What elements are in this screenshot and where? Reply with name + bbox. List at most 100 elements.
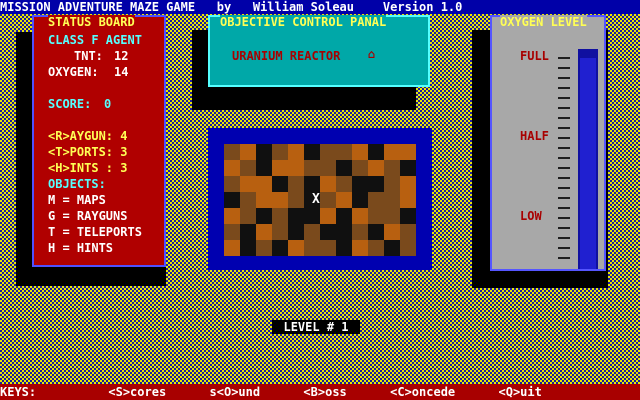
maze-cell	[272, 192, 288, 208]
oxygen-tick	[558, 237, 570, 239]
maze-cell	[272, 208, 288, 224]
teleports-count: <T>PORTS: 3	[48, 145, 128, 159]
oxygen-label: OXYGEN:	[48, 65, 99, 79]
maze-cell	[320, 208, 336, 224]
score-label: SCORE:	[48, 97, 92, 111]
oxygen-tick	[558, 67, 570, 69]
tnt-label: TNT:	[74, 49, 103, 63]
status-board-header: STATUS BOARD	[48, 15, 135, 29]
maze-cell	[320, 144, 336, 160]
maze-cell	[400, 224, 416, 240]
oxygen-tick	[558, 137, 570, 139]
maze-cell	[384, 208, 400, 224]
oxygen-value: 14	[114, 65, 129, 79]
player-marker: X	[312, 192, 320, 207]
object-legend-item: H = HINTS	[48, 241, 114, 255]
maze-cell	[288, 160, 304, 176]
maze-cell	[384, 144, 400, 160]
maze-cell	[336, 208, 352, 224]
tnt-value: 12	[114, 49, 129, 63]
maze-cell	[256, 176, 272, 192]
oxygen-tick	[558, 107, 570, 109]
hints-count: <H>INTS : 3	[48, 161, 128, 175]
maze-cell	[304, 160, 320, 176]
title-bar: MISSION ADVENTURE MAZE GAME by William S…	[0, 0, 640, 14]
oxygen-tick	[558, 117, 570, 119]
maze-cell	[320, 240, 336, 256]
maze-cell	[368, 176, 384, 192]
maze-cell	[288, 224, 304, 240]
maze-cell	[304, 176, 320, 192]
maze-cell	[400, 240, 416, 256]
maze-cell	[256, 160, 272, 176]
maze-cell	[352, 176, 368, 192]
oxygen-tick	[558, 197, 570, 199]
maze-cell	[304, 144, 320, 160]
maze-cell	[272, 224, 288, 240]
maze-cell	[336, 224, 352, 240]
maze-cell	[336, 192, 352, 208]
maze-cell	[320, 224, 336, 240]
maze-cell	[368, 160, 384, 176]
maze-cell	[352, 144, 368, 160]
objective-panel: OBJECTIVE CONTROL PANAL URANIUM REACTOR …	[208, 15, 430, 87]
oxygen-tick	[558, 147, 570, 149]
oxygen-tick	[558, 187, 570, 189]
maze-cell	[400, 208, 416, 224]
level-indicator: LEVEL # 1	[272, 320, 360, 334]
oxygen-tick	[558, 127, 570, 129]
maze-cell	[384, 240, 400, 256]
oxygen-tick	[558, 227, 570, 229]
maze-cell	[304, 224, 320, 240]
maze-cell	[400, 160, 416, 176]
maze-cell	[352, 192, 368, 208]
oxygen-label-full: FULL	[520, 49, 549, 63]
maze-cell	[384, 160, 400, 176]
objects-header: OBJECTS:	[48, 177, 106, 191]
maze-cell	[224, 192, 240, 208]
maze-cell	[304, 240, 320, 256]
maze-cell	[272, 144, 288, 160]
oxygen-tick	[558, 167, 570, 169]
objective-target: URANIUM REACTOR	[232, 49, 341, 63]
maze-cell	[352, 240, 368, 256]
maze-cell	[336, 160, 352, 176]
oxygen-tick	[558, 87, 570, 89]
maze-cell	[384, 224, 400, 240]
oxygen-tick	[558, 247, 570, 249]
maze-cell	[224, 160, 240, 176]
maze-cell	[368, 144, 384, 160]
oxygen-label-half: HALF	[520, 129, 549, 143]
object-legend-item: G = RAYGUNS	[48, 209, 128, 223]
maze-cell	[400, 192, 416, 208]
maze-cell	[256, 192, 272, 208]
oxygen-fill	[580, 57, 596, 269]
maze-cell	[352, 224, 368, 240]
maze-cell	[320, 192, 336, 208]
maze-cell	[288, 240, 304, 256]
maze-cell	[224, 240, 240, 256]
maze-cell	[352, 208, 368, 224]
maze-cell	[256, 208, 272, 224]
maze-cell	[288, 208, 304, 224]
maze-cell	[272, 240, 288, 256]
objective-header: OBJECTIVE CONTROL PANAL	[220, 15, 387, 29]
maze-cell	[256, 240, 272, 256]
maze-cell	[288, 176, 304, 192]
status-board: STATUS BOARD CLASS F AGENT TNT: 12 OXYGE…	[32, 15, 166, 267]
maze-cell	[240, 176, 256, 192]
oxygen-tick	[558, 217, 570, 219]
maze-grid[interactable]: X	[224, 144, 416, 256]
object-legend-item: M = MAPS	[48, 193, 106, 207]
oxygen-tick	[558, 97, 570, 99]
maze-cell	[336, 144, 352, 160]
oxygen-tick	[558, 77, 570, 79]
maze-cell	[256, 144, 272, 160]
maze-cell	[368, 192, 384, 208]
keys-bar[interactable]: KEYS: <S>cores s<O>und <B>oss <C>oncede …	[0, 384, 640, 400]
maze-cell	[240, 144, 256, 160]
maze-cell	[400, 144, 416, 160]
maze-cell	[288, 192, 304, 208]
maze-cell	[336, 240, 352, 256]
oxygen-tick	[558, 207, 570, 209]
